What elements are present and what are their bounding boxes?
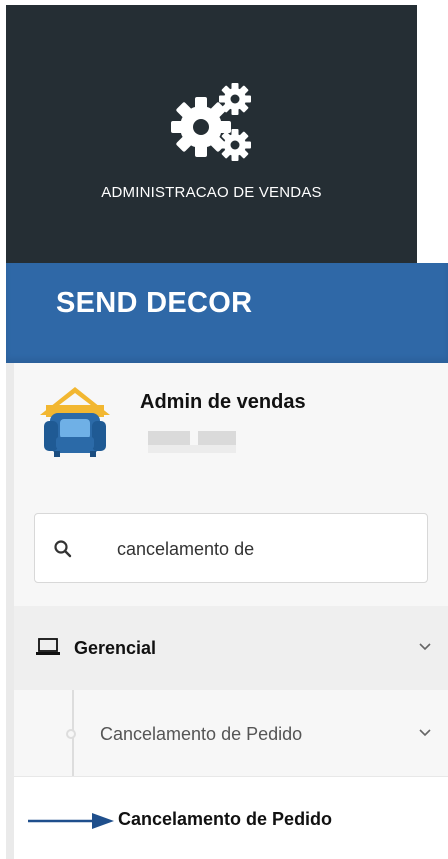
brand-name: Admin de vendas bbox=[140, 391, 306, 413]
search-box[interactable] bbox=[34, 513, 428, 583]
gears-icon bbox=[171, 83, 251, 161]
search-input[interactable] bbox=[115, 532, 399, 566]
submenu-item-cancelamento[interactable]: Cancelamento de Pedido bbox=[14, 690, 448, 776]
menu-leaf-label: Cancelamento de Pedido bbox=[118, 809, 333, 829]
arrow-right-icon bbox=[28, 813, 114, 829]
app-header: SEND DECOR bbox=[6, 263, 448, 363]
sofa-house-logo bbox=[40, 387, 110, 457]
search-icon bbox=[54, 540, 72, 558]
sidebar: Admin de vendas Gerencial Cancelamento d… bbox=[6, 363, 448, 859]
menu-leaf-cancelamento-pedido[interactable]: Cancelamento de Pedido bbox=[14, 776, 448, 859]
laptop-icon bbox=[36, 638, 60, 655]
menu-item-gerencial[interactable]: Gerencial bbox=[14, 606, 448, 690]
redacted-user-info bbox=[140, 431, 244, 453]
admin-vendas-tile[interactable]: ADMINISTRACAO DE VENDAS bbox=[6, 5, 417, 263]
chevron-down-icon bbox=[419, 729, 431, 737]
submenu-item-label: Cancelamento de Pedido bbox=[100, 724, 303, 744]
app-name[interactable]: SEND DECOR bbox=[56, 287, 252, 320]
chevron-down-icon bbox=[419, 643, 431, 651]
menu-item-label: Gerencial bbox=[74, 638, 157, 658]
tile-title: ADMINISTRACAO DE VENDAS bbox=[101, 184, 322, 201]
